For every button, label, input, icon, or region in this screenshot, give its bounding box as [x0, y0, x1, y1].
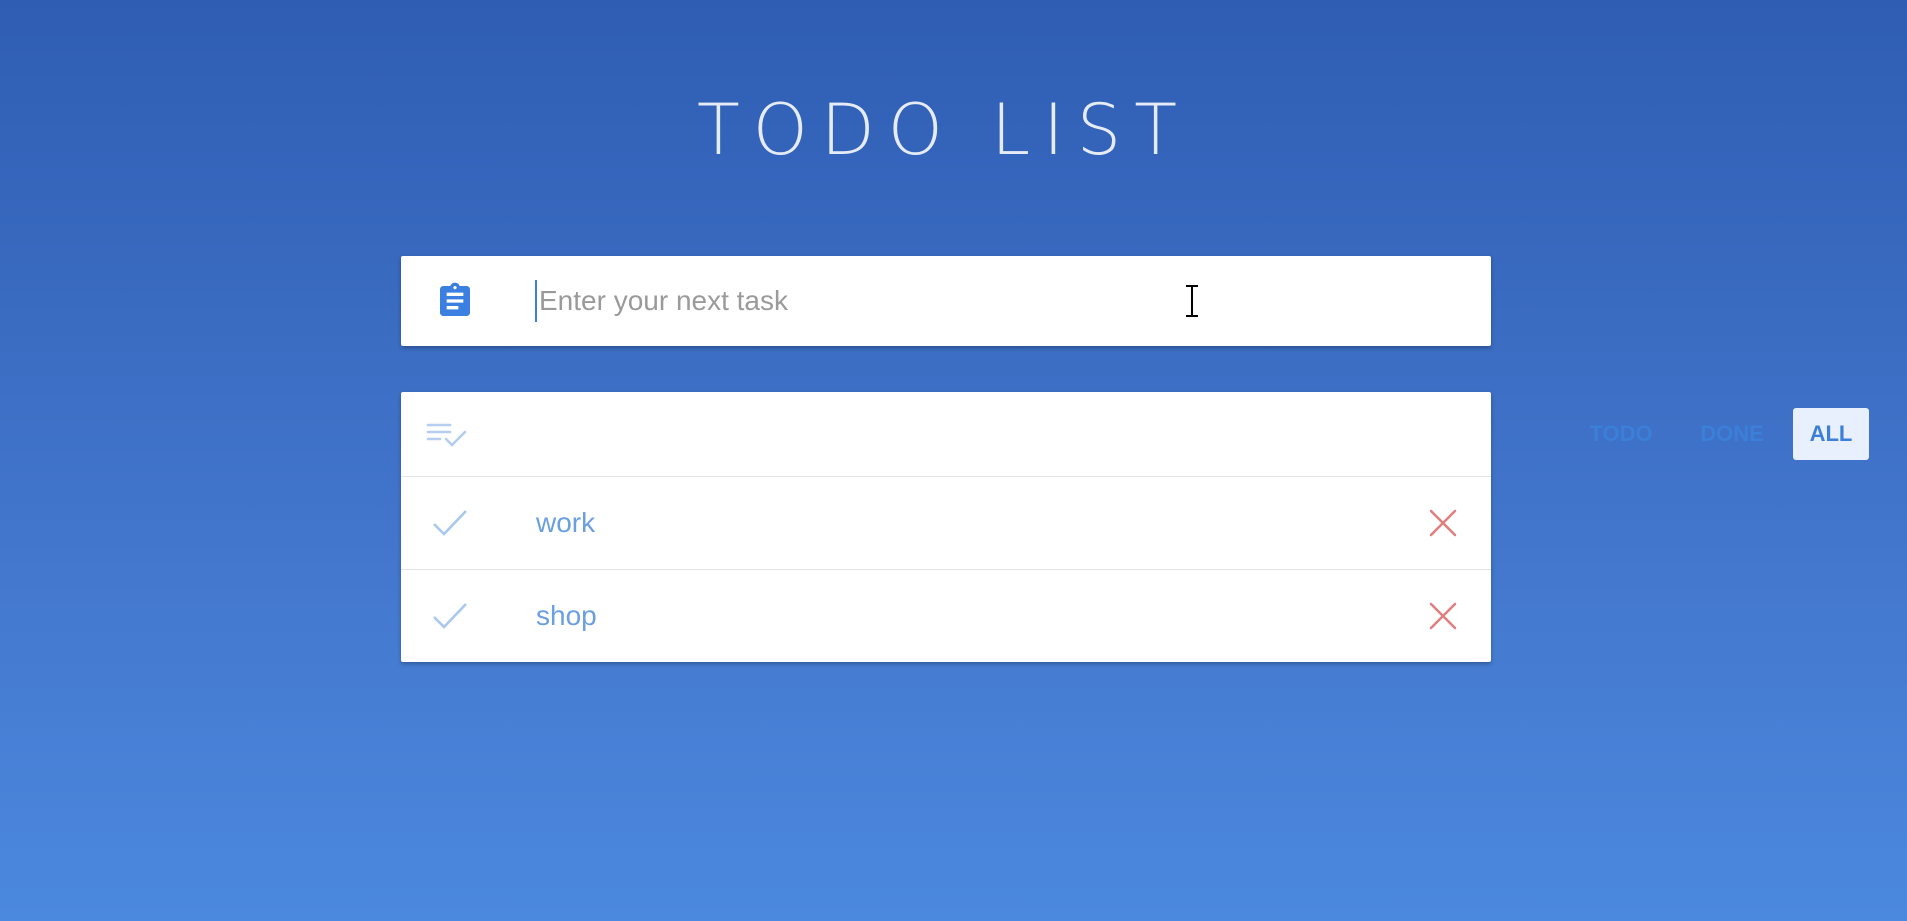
task-input[interactable]: [535, 280, 1439, 322]
close-icon[interactable]: [1427, 600, 1459, 632]
check-icon[interactable]: [431, 600, 469, 632]
list-item-text: work: [536, 507, 596, 538]
list-header: TODO DONE ALL: [401, 392, 1869, 477]
task-list-card: TODO DONE ALL work shop: [401, 392, 1869, 662]
list-item: work: [401, 477, 1491, 570]
check-icon[interactable]: [431, 507, 469, 539]
close-icon[interactable]: [1427, 507, 1459, 539]
filter-done-button[interactable]: DONE: [1683, 408, 1781, 460]
text-cursor-icon: [1186, 284, 1198, 318]
new-task-card: [401, 256, 1491, 346]
filter-all-button[interactable]: ALL: [1793, 408, 1869, 460]
clipboard-icon: [440, 282, 470, 316]
filter-todo-button[interactable]: TODO: [1573, 408, 1669, 460]
list-item-text: shop: [536, 600, 597, 631]
list-item: shop: [401, 570, 1491, 662]
playlist-check-icon: [426, 423, 467, 447]
page-title: TODO LIST: [697, 89, 1190, 171]
